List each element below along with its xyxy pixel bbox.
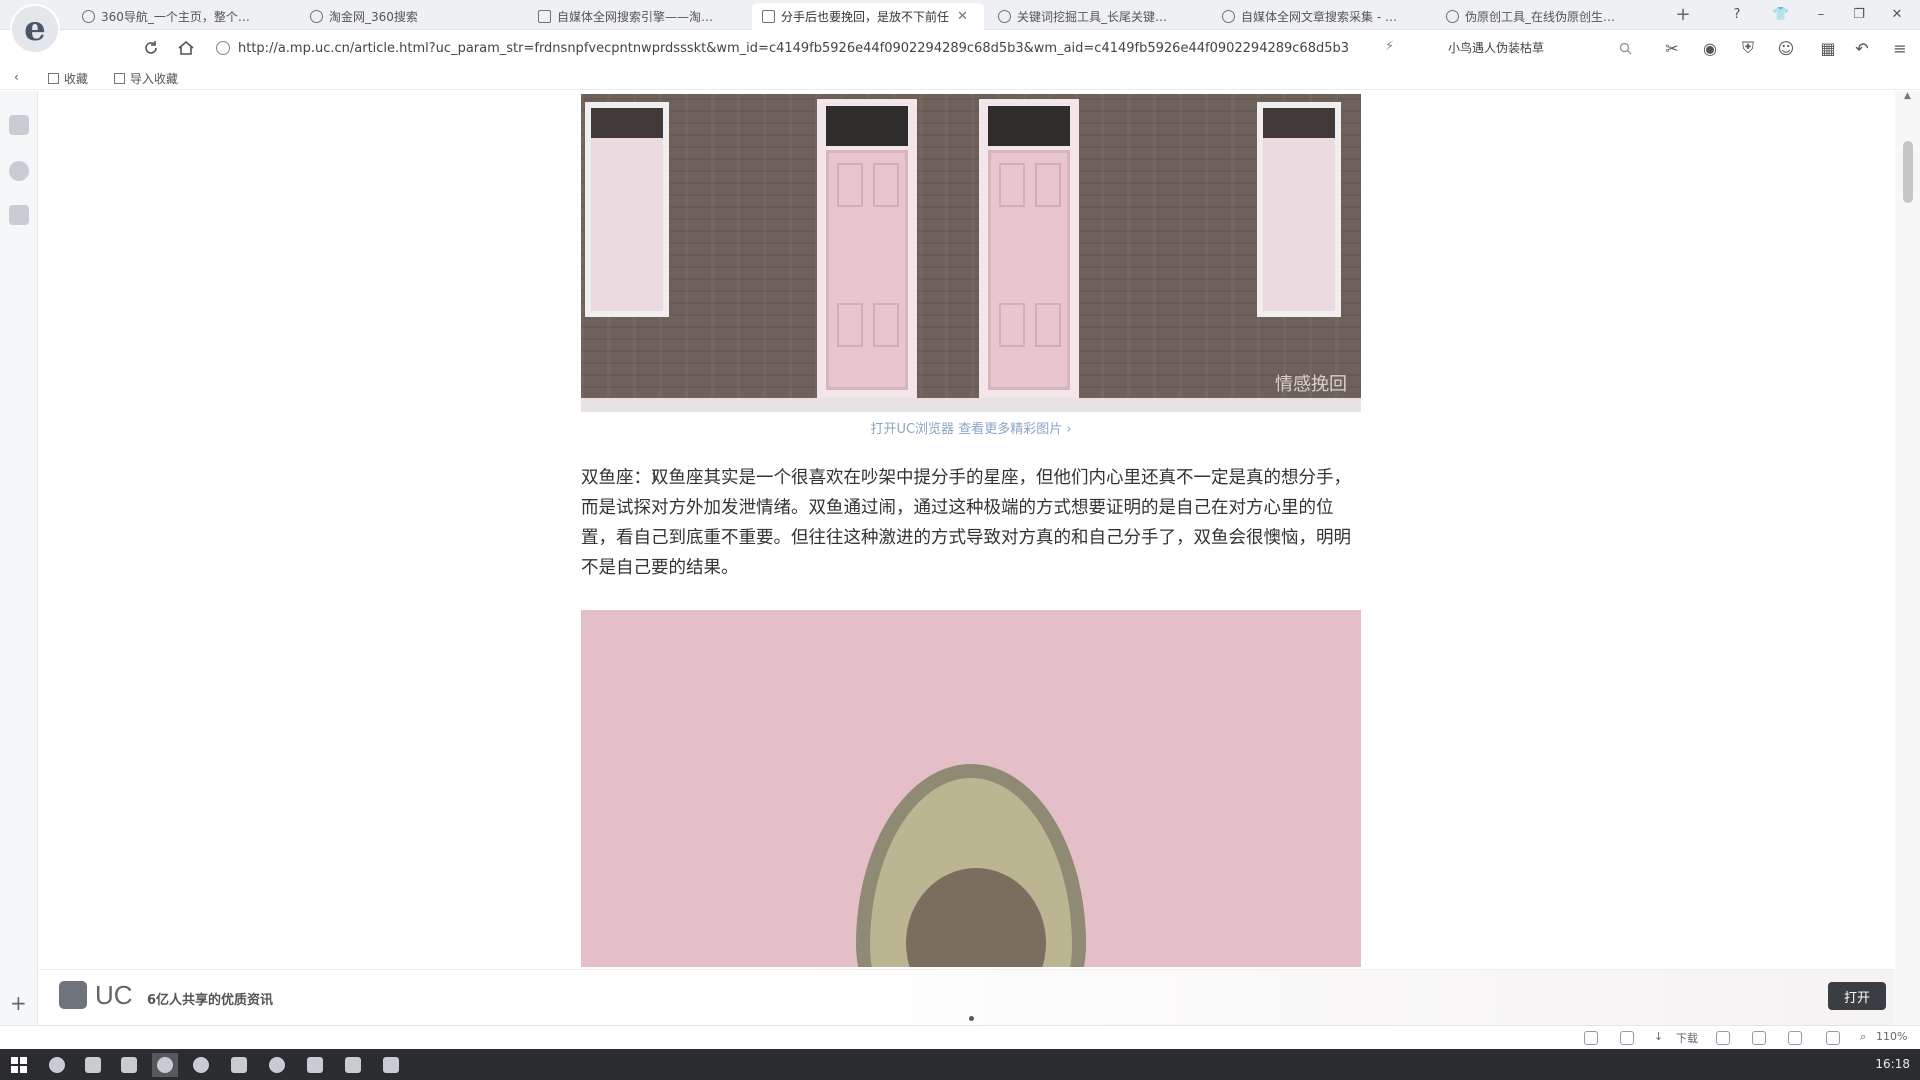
search-box[interactable] — [1440, 35, 1640, 61]
download-label[interactable]: 下载 — [1676, 1030, 1698, 1046]
lightning-icon[interactable]: ⚡ — [1385, 39, 1394, 54]
scissors-icon[interactable]: ✂ — [1662, 39, 1682, 58]
close-tab-icon[interactable]: ✕ — [957, 9, 968, 24]
sidebar-app-icon[interactable] — [9, 115, 29, 135]
system-clock[interactable]: 16:18 — [1875, 1057, 1910, 1071]
pink-door-right — [988, 150, 1070, 390]
address-bar[interactable]: http://a.mp.uc.cn/article.html?uc_param_… — [216, 35, 1416, 61]
browser-logo-icon[interactable]: e — [10, 4, 60, 54]
tab-bar: e 360导航_一个主页，整个世界 淘金网_360搜索 自媒体全网搜索引擎——淘… — [0, 0, 1920, 54]
restore-button[interactable]: ❐ — [1846, 4, 1872, 26]
image-watermark: 情感挽回 — [1275, 374, 1347, 395]
tab-rewrite-tool[interactable]: 伪原创工具_在线伪原创生成_非 — [1436, 3, 1636, 30]
tab-taojin-engine[interactable]: 自媒体全网搜索引擎——淘金网 — [528, 3, 728, 30]
bookmark-import[interactable]: 导入收藏 — [114, 70, 178, 87]
taskbar-app-icon[interactable] — [116, 1053, 142, 1077]
menu-icon[interactable]: ≡ — [1890, 39, 1910, 58]
uc-brand-name: UC — [95, 980, 133, 1010]
tab-current-article[interactable]: 分手后也要挽回，是放不下前任 ✕ — [752, 3, 984, 30]
taskbar-app-icon[interactable] — [188, 1053, 214, 1077]
flag-icon[interactable] — [1716, 1031, 1730, 1045]
search-favicon-icon — [310, 10, 323, 23]
left-sidebar: + — [0, 91, 38, 1025]
taskbar-app-icon[interactable] — [378, 1053, 404, 1077]
taskbar-browser-icon[interactable] — [44, 1053, 70, 1077]
game-icon[interactable]: ☺ — [1776, 39, 1796, 58]
zoom-icon[interactable]: ⌕ — [1860, 1030, 1866, 1044]
article-image-avocado[interactable] — [581, 610, 1361, 967]
sidebar-mail-icon[interactable] — [9, 205, 29, 225]
taskbar-app-icon[interactable] — [226, 1053, 252, 1077]
vertical-scrollbar[interactable]: ▲ — [1895, 91, 1920, 1025]
site-favicon-icon — [538, 10, 551, 23]
uc-favicon-icon — [762, 10, 775, 23]
tab-5118-search[interactable]: 自媒体全网文章搜索采集 - 5118 — [1212, 3, 1412, 30]
os-taskbar: 16:18 — [0, 1049, 1920, 1080]
help-icon[interactable]: ? — [1724, 4, 1750, 26]
uc-slogan: 6亿人共享的优质资讯 — [147, 993, 274, 1008]
collapse-arrow-icon[interactable]: ‹ — [14, 70, 19, 84]
uc-download-banner: UC 6亿人共享的优质资讯 打开 — [39, 969, 1894, 1025]
search-input[interactable] — [1448, 41, 1608, 55]
uc-logo-icon — [59, 981, 87, 1009]
page-indicator-dot — [969, 1016, 974, 1021]
site-security-icon[interactable] — [216, 41, 230, 55]
window-right — [1257, 102, 1341, 317]
star-icon — [48, 73, 59, 84]
new-tab-button[interactable]: + — [1672, 4, 1694, 26]
site-favicon-icon — [1446, 10, 1459, 23]
minimize-button[interactable]: – — [1808, 4, 1834, 26]
article-page: 情感挽回 打开UC浏览器 查看更多精彩图片 › 双鱼座：双鱼座其实是一个很喜欢在… — [39, 91, 1894, 1025]
pin-icon[interactable] — [1620, 1031, 1634, 1045]
taskbar-app-icon[interactable] — [302, 1053, 328, 1077]
taskbar-folder-icon[interactable] — [80, 1053, 106, 1077]
site-favicon-icon — [998, 10, 1011, 23]
url-text[interactable]: http://a.mp.uc.cn/article.html?uc_param_… — [238, 41, 1368, 56]
sidebar-add-icon[interactable]: + — [10, 991, 27, 1015]
text-cursor-icon: I — [652, 467, 657, 485]
import-icon — [114, 73, 125, 84]
taskbar-media-icon[interactable] — [264, 1053, 290, 1077]
sidebar-weibo-icon[interactable] — [9, 161, 29, 181]
search-icon[interactable] — [1619, 42, 1632, 55]
window-icon[interactable] — [1788, 1031, 1802, 1045]
windows-start-icon[interactable] — [6, 1053, 32, 1077]
bookmarks-bar: ‹ 收藏 导入收藏 — [0, 66, 1920, 90]
window-left — [585, 102, 669, 317]
tab-taojin-search[interactable]: 淘金网_360搜索 — [300, 3, 450, 30]
apps-grid-icon[interactable]: ▦ — [1818, 39, 1838, 58]
site-favicon-icon — [1222, 10, 1235, 23]
open-uc-more-images-link[interactable]: 打开UC浏览器 查看更多精彩图片 › — [581, 418, 1361, 437]
undo-icon[interactable]: ↶ — [1852, 39, 1872, 58]
tab-keyword-tool[interactable]: 关键词挖掘工具_长尾关键词挖 — [988, 3, 1188, 30]
zoom-level[interactable]: 110% — [1876, 1030, 1907, 1043]
taskbar-active-app-icon[interactable] — [152, 1053, 178, 1077]
speed-icon[interactable] — [1752, 1031, 1766, 1045]
navigation-bar: http://a.mp.uc.cn/article.html?uc_param_… — [0, 30, 1920, 66]
tab-360-home[interactable]: 360导航_一个主页，整个世界 — [72, 3, 262, 30]
extension-icon[interactable]: ◉ — [1700, 39, 1720, 58]
bookmark-collect[interactable]: 收藏 — [48, 70, 88, 87]
taskbar-app-icon[interactable] — [340, 1053, 366, 1077]
home-icon[interactable] — [175, 37, 197, 59]
volume-icon[interactable] — [1826, 1031, 1840, 1045]
article-paragraph: 双鱼座：双鱼座其实是一个很喜欢在吵架中提分手的星座，但他们内心里还真不一定是真的… — [581, 468, 1351, 578]
shield-icon[interactable]: ⛨ — [1738, 38, 1758, 57]
download-icon[interactable]: ↓ — [1654, 1030, 1663, 1043]
network-icon[interactable] — [1584, 1031, 1598, 1045]
pink-door-left — [826, 150, 908, 390]
site-favicon-icon — [82, 10, 95, 23]
article-image-doors[interactable]: 情感挽回 — [581, 94, 1361, 412]
reload-icon[interactable] — [140, 37, 162, 59]
scroll-thumb[interactable] — [1903, 141, 1913, 203]
status-bar: ↓ 下载 ⌕ 110% — [0, 1025, 1920, 1049]
close-window-button[interactable]: ✕ — [1884, 4, 1910, 26]
open-app-button[interactable]: 打开 — [1828, 982, 1886, 1010]
scroll-up-arrow-icon[interactable]: ▲ — [1895, 91, 1920, 105]
shirt-skin-icon[interactable]: 👕 — [1768, 4, 1794, 26]
